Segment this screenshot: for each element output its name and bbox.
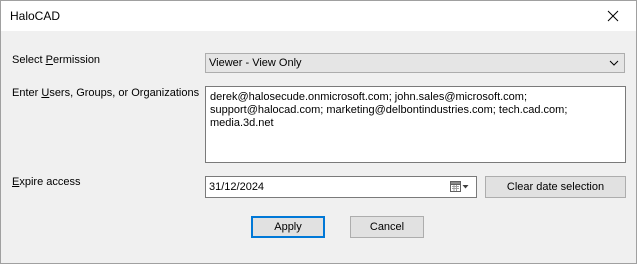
permission-select[interactable]: Viewer - View Only (205, 53, 625, 73)
clear-date-button[interactable]: Clear date selection (485, 176, 626, 198)
calendar-icon[interactable] (450, 181, 470, 193)
close-icon (607, 10, 619, 22)
permission-label: Select Permission (12, 54, 101, 66)
expire-date-value: 31/12/2024 (209, 181, 265, 193)
chevron-down-icon (609, 60, 619, 66)
expire-label: Expire access (12, 176, 81, 188)
apply-button[interactable]: Apply (251, 216, 325, 238)
permission-value: Viewer - View Only (209, 57, 302, 69)
users-input[interactable]: derek@halosecude.onmicrosoft.com; john.s… (205, 86, 626, 163)
users-label: Enter Users, Groups, or Organizations (12, 87, 200, 99)
expire-date-picker[interactable]: 31/12/2024 (205, 176, 477, 198)
window-title: HaloCAD (10, 9, 61, 23)
title-bar: HaloCAD (1, 1, 636, 31)
cancel-button[interactable]: Cancel (350, 216, 424, 238)
dialog-window: HaloCAD Select Permission Viewer - View … (0, 0, 637, 264)
close-button[interactable] (590, 1, 636, 31)
